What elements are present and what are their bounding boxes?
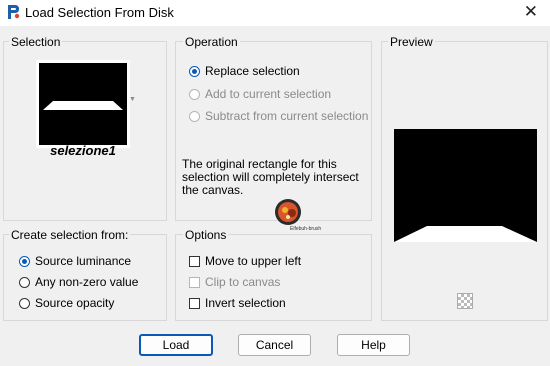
help-button[interactable]: Help [337, 334, 410, 356]
checkbox-indicator [189, 255, 200, 267]
checkbox-label: Move to upper left [205, 254, 302, 268]
window-title: Load Selection From Disk [25, 5, 174, 20]
options-group-label: Options [183, 228, 229, 242]
radio-replace-selection[interactable]: Replace selection [189, 64, 300, 78]
dropdown-arrow-icon[interactable]: ▼ [129, 96, 136, 103]
checkbox-label: Clip to canvas [205, 275, 281, 289]
checkbox-label: Invert selection [205, 296, 286, 310]
paintshop-app-icon [8, 5, 20, 19]
radio-label: Source opacity [35, 296, 115, 310]
intersection-info-text: The original rectangle for this selectio… [182, 157, 359, 197]
checkbox-invert-selection[interactable]: Invert selection [189, 296, 286, 310]
radio-add-to-selection[interactable]: Add to current selection [189, 87, 331, 101]
transparency-toggle-icon[interactable] [457, 293, 473, 309]
selection-thumbnail[interactable] [36, 60, 130, 148]
title-bar: Load Selection From Disk ✕ [0, 0, 550, 26]
radio-indicator [19, 276, 30, 288]
watermark-text: Elfebuh-brush [290, 226, 322, 232]
radio-label: Add to current selection [205, 87, 332, 101]
preview-group-label: Preview [388, 35, 435, 49]
preview-selection-shape [394, 226, 537, 242]
radio-label: Replace selection [205, 64, 300, 78]
checkbox-indicator [189, 297, 200, 309]
selection-shape [43, 101, 123, 110]
radio-indicator [189, 65, 200, 77]
preview-canvas [394, 129, 537, 242]
cancel-button[interactable]: Cancel [238, 334, 311, 356]
radio-indicator [19, 297, 30, 309]
selection-group-label: Selection [9, 35, 63, 49]
operation-group-label: Operation [183, 35, 240, 49]
checkbox-clip-to-canvas[interactable]: Clip to canvas [189, 275, 280, 289]
radio-any-non-zero[interactable]: Any non-zero value [19, 275, 138, 289]
radio-source-luminance[interactable]: Source luminance [19, 254, 131, 268]
radio-label: Any non-zero value [35, 275, 139, 289]
load-button[interactable]: Load [139, 334, 213, 356]
radio-source-opacity[interactable]: Source opacity [19, 296, 114, 310]
radio-subtract-from-selection[interactable]: Subtract from current selection [189, 109, 368, 123]
create-from-group-label: Create selection from: [9, 228, 131, 242]
checkbox-indicator [189, 276, 200, 288]
radio-indicator [189, 110, 200, 122]
radio-indicator [19, 255, 30, 267]
radio-label: Source luminance [35, 254, 132, 268]
selection-name: selezione1 [50, 143, 116, 158]
radio-indicator [189, 88, 200, 100]
radio-label: Subtract from current selection [205, 109, 369, 123]
checkbox-move-to-upper-left[interactable]: Move to upper left [189, 254, 301, 268]
watermark-logo [275, 199, 301, 225]
close-icon[interactable]: ✕ [524, 2, 538, 22]
